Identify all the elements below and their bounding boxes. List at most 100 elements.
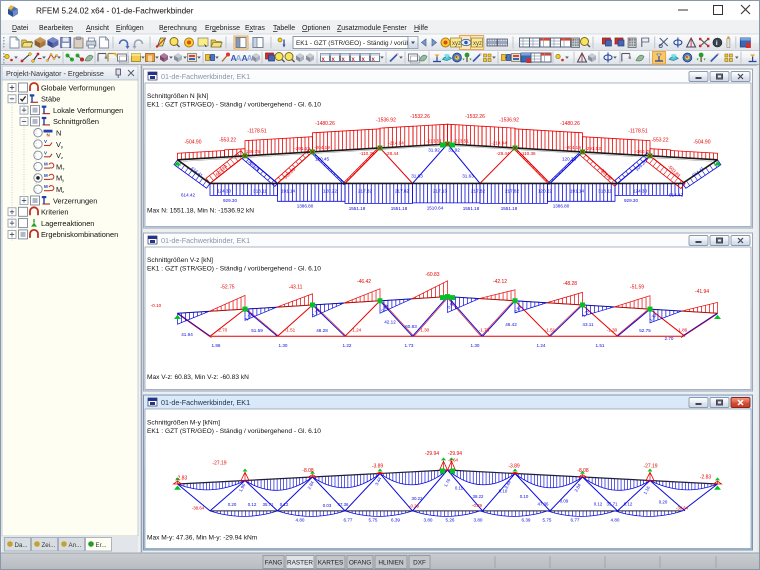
svg-text:1551.18: 1551.18 bbox=[463, 206, 480, 211]
svg-text:Schnittgrößen M-y [kNm]: Schnittgrößen M-y [kNm] bbox=[147, 420, 220, 427]
svg-text:124.30: 124.30 bbox=[633, 189, 647, 194]
svg-text:929.30: 929.30 bbox=[223, 198, 237, 203]
svg-text:Globale Verformungen: Globale Verformungen bbox=[41, 83, 115, 92]
svg-text:HLINIEN: HLINIEN bbox=[378, 560, 404, 567]
svg-text:Zusatzmodule: Zusatzmodule bbox=[337, 25, 381, 32]
svg-text:-1.51: -1.51 bbox=[285, 328, 296, 333]
svg-text:-51.59: -51.59 bbox=[630, 285, 644, 291]
svg-text:1386.80: 1386.80 bbox=[553, 204, 570, 209]
svg-text:-214.94: -214.94 bbox=[491, 141, 507, 146]
svg-text:EK1 : GZT (STR/GEO) - Ständig: EK1 : GZT (STR/GEO) - Ständig / vorüberg… bbox=[147, 102, 321, 109]
svg-text:-0.29: -0.29 bbox=[472, 503, 483, 508]
svg-text:OFANG: OFANG bbox=[349, 560, 371, 567]
svg-text:-1480.26: -1480.26 bbox=[560, 121, 580, 127]
svg-text:-204.19: -204.19 bbox=[314, 145, 330, 150]
svg-text:38.22: 38.22 bbox=[473, 494, 485, 499]
svg-text:1.30: 1.30 bbox=[471, 343, 480, 348]
svg-text:Kriterien: Kriterien bbox=[41, 208, 69, 217]
svg-text:-1532.26: -1532.26 bbox=[410, 114, 430, 120]
svg-text:217.82: 217.82 bbox=[358, 189, 372, 194]
svg-text:47.36: 47.36 bbox=[338, 502, 350, 507]
svg-text:-1.30: -1.30 bbox=[419, 328, 430, 333]
svg-text:217.82: 217.82 bbox=[471, 189, 485, 194]
svg-text:Fenster: Fenster bbox=[383, 25, 407, 32]
svg-text:-46.42: -46.42 bbox=[357, 279, 371, 285]
svg-text:6.77: 6.77 bbox=[344, 518, 353, 523]
svg-text:-0.10: -0.10 bbox=[151, 303, 162, 308]
svg-text:-110.36: -110.36 bbox=[520, 151, 536, 156]
svg-text:1551.18: 1551.18 bbox=[349, 206, 366, 211]
svg-text:-8.08: -8.08 bbox=[302, 468, 314, 474]
svg-text:i: i bbox=[716, 40, 718, 47]
svg-text:0.12: 0.12 bbox=[594, 502, 603, 507]
svg-text:47.36: 47.36 bbox=[538, 502, 550, 507]
svg-text:Zei...: Zei... bbox=[42, 542, 56, 549]
svg-text:1.86: 1.86 bbox=[212, 343, 221, 348]
svg-text:-60.83: -60.83 bbox=[425, 272, 439, 278]
svg-text:Optionen: Optionen bbox=[302, 25, 331, 32]
svg-text:60.83: 60.83 bbox=[405, 324, 417, 329]
svg-text:RASTER: RASTER bbox=[287, 560, 313, 567]
svg-text:6.39: 6.39 bbox=[522, 518, 531, 523]
svg-text:46.42: 46.42 bbox=[505, 322, 517, 327]
svg-text:1386.80: 1386.80 bbox=[297, 204, 314, 209]
svg-text:0.11: 0.11 bbox=[455, 486, 464, 491]
svg-text:35.71: 35.71 bbox=[607, 502, 619, 507]
svg-text:N: N bbox=[56, 129, 61, 138]
svg-text:Berechnung: Berechnung bbox=[159, 25, 197, 32]
svg-text:0.09: 0.09 bbox=[560, 499, 569, 504]
svg-text:4.80: 4.80 bbox=[611, 518, 620, 523]
svg-text:-38.64: -38.64 bbox=[676, 506, 689, 511]
svg-text:Max M-y: 47.36, Min M-y: -29.9: Max M-y: 47.36, Min M-y: -29.94 kNm bbox=[147, 535, 258, 542]
svg-text:1.51: 1.51 bbox=[596, 343, 605, 348]
svg-text:0.12: 0.12 bbox=[280, 502, 289, 507]
svg-text:6.39: 6.39 bbox=[391, 518, 400, 523]
svg-text:929.30: 929.30 bbox=[624, 198, 638, 203]
svg-text:Extras: Extras bbox=[245, 25, 265, 32]
svg-text:120.22: 120.22 bbox=[538, 189, 552, 194]
svg-text:-27.19: -27.19 bbox=[643, 464, 657, 470]
svg-text:0.10: 0.10 bbox=[520, 494, 529, 499]
svg-text:RFEM 5.24.02 x64 - 01-de-Fachw: RFEM 5.24.02 x64 - 01-de-Fachwerkbinder bbox=[36, 7, 194, 16]
svg-text:1551.18: 1551.18 bbox=[501, 206, 518, 211]
svg-text:Hilfe: Hilfe bbox=[414, 25, 428, 32]
svg-text:3.80: 3.80 bbox=[474, 518, 483, 523]
svg-text:KARTES: KARTES bbox=[318, 560, 343, 567]
svg-text:-2.64: -2.64 bbox=[448, 458, 459, 463]
svg-text:31.92: 31.92 bbox=[428, 148, 440, 153]
svg-text:-38.64: -38.64 bbox=[192, 506, 205, 511]
svg-text:31.63: 31.63 bbox=[411, 174, 423, 179]
svg-text:An...: An... bbox=[69, 542, 82, 549]
svg-text:Da...: Da... bbox=[15, 542, 28, 549]
svg-text:-3.89: -3.89 bbox=[372, 464, 384, 470]
svg-text:0.12: 0.12 bbox=[624, 502, 633, 507]
svg-text:318.11: 318.11 bbox=[598, 189, 612, 194]
svg-text:-1532.26: -1532.26 bbox=[465, 114, 485, 120]
svg-text:-43.11: -43.11 bbox=[289, 285, 303, 291]
svg-text:Max N: 1551.18, Min N: -1536.9: Max N: 1551.18, Min N: -1536.92 kN bbox=[147, 208, 254, 215]
svg-text:5.75: 5.75 bbox=[543, 518, 552, 523]
svg-text:41.94: 41.94 bbox=[181, 332, 193, 337]
svg-text:120.45: 120.45 bbox=[315, 157, 329, 162]
svg-text:-28.44: -28.44 bbox=[385, 151, 398, 156]
svg-text:-1.73: -1.73 bbox=[479, 328, 490, 333]
svg-text:-8.08: -8.08 bbox=[577, 468, 589, 474]
svg-text:-2.70: -2.70 bbox=[217, 328, 228, 333]
svg-text:-504.90: -504.90 bbox=[694, 139, 711, 145]
svg-text:0.03: 0.03 bbox=[323, 503, 332, 508]
svg-text:EK1 : GZT (STR/GEO) - Ständig: EK1 : GZT (STR/GEO) - Ständig / vorüberg… bbox=[147, 428, 321, 435]
svg-text:0.12: 0.12 bbox=[248, 502, 257, 507]
svg-text:217.13: 217.13 bbox=[433, 189, 447, 194]
svg-text:5.26: 5.26 bbox=[446, 518, 455, 523]
svg-text:1551.18: 1551.18 bbox=[391, 206, 408, 211]
svg-text:-48.28: -48.28 bbox=[563, 281, 577, 287]
svg-text:Ansicht: Ansicht bbox=[86, 25, 109, 32]
svg-text:A: A bbox=[247, 53, 253, 63]
svg-text:4.80: 4.80 bbox=[296, 518, 305, 523]
svg-text:-2.83: -2.83 bbox=[700, 475, 712, 481]
svg-text:-28.44: -28.44 bbox=[496, 151, 509, 156]
svg-text:-2.83: -2.83 bbox=[176, 476, 188, 482]
svg-text:51.59: 51.59 bbox=[251, 328, 263, 333]
svg-text:-1178.51: -1178.51 bbox=[247, 129, 267, 135]
svg-text:-204.19: -204.19 bbox=[565, 145, 581, 150]
